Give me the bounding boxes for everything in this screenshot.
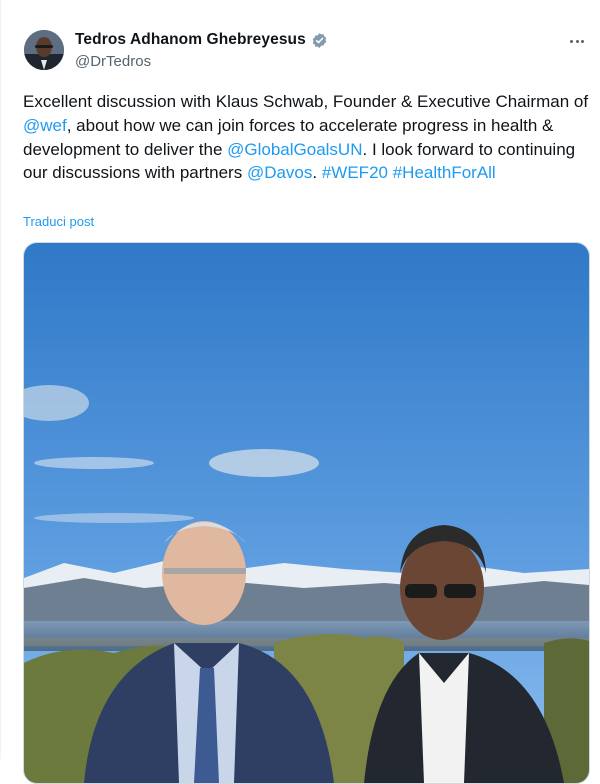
avatar[interactable]	[24, 30, 64, 70]
tweet-card: Tedros Adhanom Ghebreyesus @DrTedros Exc…	[0, 0, 600, 784]
tweet-photo[interactable]	[23, 242, 590, 784]
author-name[interactable]: Tedros Adhanom Ghebreyesus	[75, 31, 306, 49]
mention-link[interactable]: @wef	[23, 116, 67, 135]
author-handle[interactable]: @DrTedros	[75, 53, 151, 70]
mention-link[interactable]: @Davos	[247, 163, 312, 182]
tweet-text-segment: .	[312, 163, 322, 183]
photo-image	[24, 243, 589, 783]
avatar-image	[24, 30, 64, 70]
tweet-text-segment: Excellent discussion with Klaus Schwab, …	[23, 92, 589, 111]
mention-link[interactable]: @GlobalGoalsUN	[227, 140, 362, 159]
hashtag-link[interactable]: #WEF20	[322, 163, 388, 182]
verified-badge-icon	[312, 32, 327, 48]
more-options-button[interactable]	[566, 30, 588, 52]
author-name-row: Tedros Adhanom Ghebreyesus	[75, 31, 328, 49]
hashtag-link[interactable]: #HealthForAll	[393, 163, 496, 182]
timeline-divider	[0, 0, 1, 759]
tweet-text: Excellent discussion with Klaus Schwab, …	[23, 90, 593, 185]
translate-post-link[interactable]: Traduci post	[23, 214, 94, 229]
more-horizontal-icon	[569, 39, 573, 43]
